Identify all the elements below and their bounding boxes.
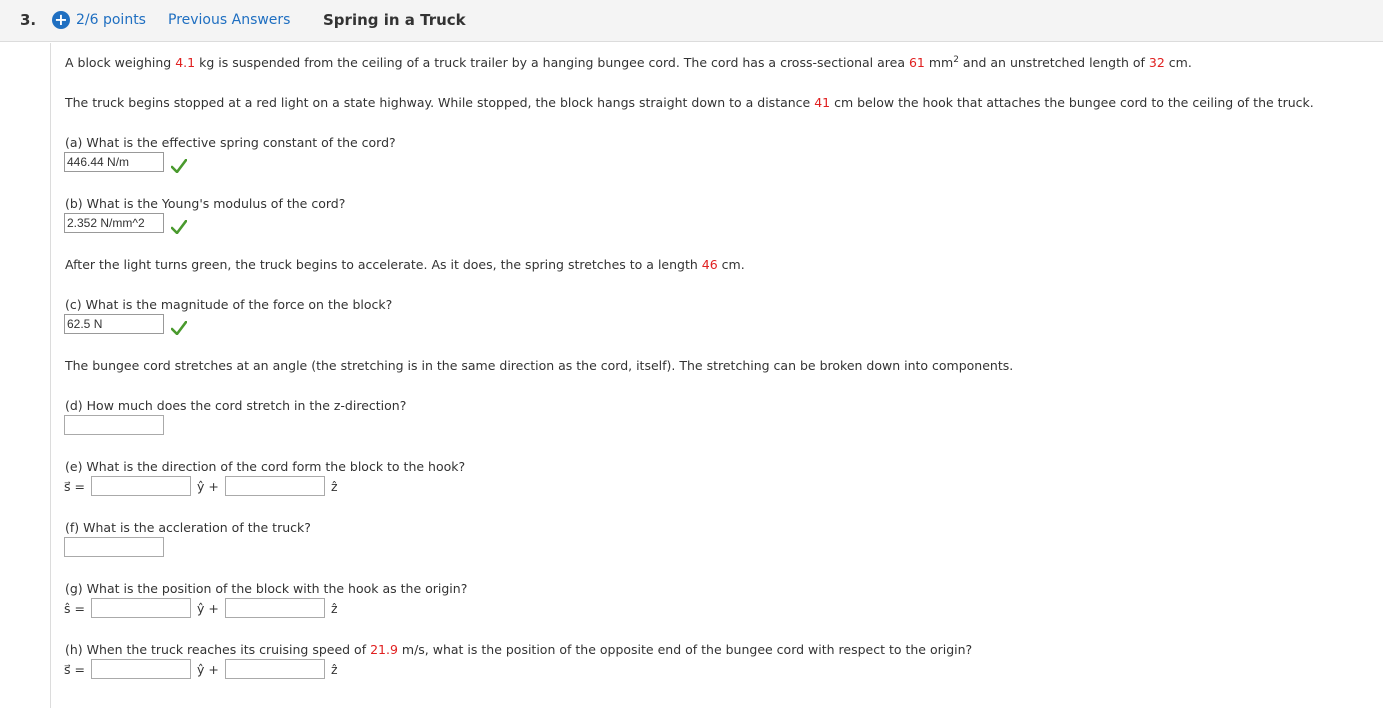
- distance-value: 41: [814, 95, 831, 110]
- area-value: 61: [908, 55, 925, 71]
- y-hat-label: ŷ +: [197, 601, 219, 616]
- question-a-label: (a) What is the effective spring constan…: [65, 135, 396, 150]
- z-hat-label: ẑ: [331, 479, 338, 494]
- question-d-label: (d) How much does the cord stretch in th…: [65, 398, 407, 413]
- intro-paragraph-2: The truck begins stopped at a red light …: [65, 95, 1314, 110]
- question-title: Spring in a Truck: [323, 11, 466, 29]
- question-e-label: (e) What is the direction of the cord fo…: [65, 459, 466, 474]
- vector-s-label: s⃗ =: [64, 662, 85, 677]
- question-h-label: (h) When the truck reaches its cruising …: [65, 642, 973, 657]
- answer-b-input[interactable]: [64, 213, 164, 233]
- green-light-paragraph: After the light turns green, the truck b…: [65, 257, 745, 272]
- z-hat-label: ẑ: [331, 662, 338, 677]
- check-icon: [171, 220, 187, 234]
- check-icon: [171, 321, 187, 335]
- vector-s-hat-label: ŝ =: [64, 601, 85, 616]
- answer-f-input[interactable]: [64, 537, 164, 557]
- left-divider: [50, 43, 51, 708]
- plus-icon[interactable]: +: [52, 11, 70, 29]
- check-icon: [171, 159, 187, 173]
- question-f-label: (f) What is the accleration of the truck…: [65, 520, 311, 535]
- vector-s-label: s⃗ =: [64, 479, 85, 494]
- question-g-label: (g) What is the position of the block wi…: [65, 581, 468, 596]
- answer-e-y-input[interactable]: [91, 476, 191, 496]
- angle-paragraph: The bungee cord stretches at an angle (t…: [65, 358, 1014, 373]
- answer-g-y-input[interactable]: [91, 598, 191, 618]
- intro-paragraph-1: A block weighing 4.1 kg is suspended fro…: [65, 55, 1192, 71]
- question-c-label: (c) What is the magnitude of the force o…: [65, 297, 393, 312]
- y-hat-label: ŷ +: [197, 662, 219, 677]
- stretched-length-value: 46: [701, 257, 718, 272]
- length-value: 32: [1148, 55, 1165, 71]
- cruising-speed-value: 21.9: [370, 642, 398, 657]
- answer-d-input[interactable]: [64, 415, 164, 435]
- answer-a-input[interactable]: [64, 152, 164, 172]
- answer-h-z-input[interactable]: [225, 659, 325, 679]
- answer-e-z-input[interactable]: [225, 476, 325, 496]
- question-b-label: (b) What is the Young's modulus of the c…: [65, 196, 346, 211]
- question-number: 3.: [20, 11, 37, 29]
- answer-g-z-input[interactable]: [225, 598, 325, 618]
- mass-value: 4.1: [175, 55, 196, 71]
- points-score: 2/6 points: [76, 12, 146, 28]
- answer-c-input[interactable]: [64, 314, 164, 334]
- answer-h-y-input[interactable]: [91, 659, 191, 679]
- question-header: 3. + 2/6 points Previous Answers Spring …: [0, 0, 1383, 42]
- z-hat-label: ẑ: [331, 601, 338, 616]
- previous-answers-link[interactable]: Previous Answers: [168, 12, 290, 28]
- y-hat-label: ŷ +: [197, 479, 219, 494]
